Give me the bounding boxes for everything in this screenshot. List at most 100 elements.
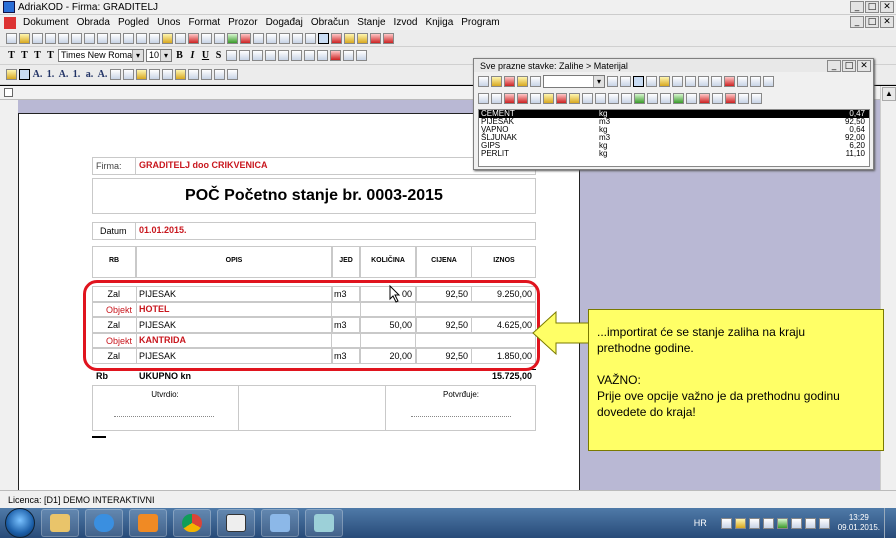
paste-special-icon[interactable] [175,32,186,44]
tool-icon-14[interactable] [647,93,658,104]
show-desktop-button[interactable] [884,508,892,538]
paste-icon[interactable] [162,32,173,44]
tool-icon-19[interactable] [712,93,723,104]
valign-icon[interactable] [304,50,315,61]
menu-unos[interactable]: Unos [153,17,184,28]
popup-search-input[interactable] [543,75,605,88]
list-letter-a[interactable]: A. [32,69,43,80]
undo-icon[interactable] [698,76,709,87]
list-item[interactable]: ŠLJUNAK m3 92,00 [479,134,869,142]
tool-icon-4[interactable] [517,93,528,104]
tray-icon-5[interactable] [776,517,788,529]
start-button[interactable] [5,508,35,538]
menu-obrada[interactable]: Obrada [73,17,114,28]
frame-icon-1[interactable] [110,69,121,80]
tool-icon-20[interactable] [725,93,736,104]
border-icon[interactable] [343,50,354,61]
refresh-icon[interactable] [227,32,238,44]
taskbar-app2[interactable] [261,509,299,537]
taskbar-explorer[interactable] [41,509,79,537]
tool-icon-11[interactable] [608,93,619,104]
italic-button[interactable]: I [187,50,198,61]
report-icon[interactable] [750,76,761,87]
tool-icon-18[interactable] [699,93,710,104]
list-item[interactable]: PIJESAK m3 92,50 [479,118,869,126]
list-icon[interactable] [266,32,277,44]
print-icon[interactable] [45,32,56,44]
frame-icon-3[interactable] [136,69,147,80]
tray-network-icon[interactable] [804,517,816,529]
menu-izvod[interactable]: Izvod [390,17,422,28]
frame-icon-4[interactable] [149,69,160,80]
popup-minimize-button[interactable]: _ [827,60,841,72]
two-page-icon[interactable] [97,32,108,44]
menu-dokument[interactable]: Dokument [19,17,73,28]
window-icon[interactable] [292,32,303,44]
tool-icon-16[interactable] [673,93,684,104]
tray-volume-icon[interactable] [818,517,830,529]
tool-icon-21[interactable] [738,93,749,104]
mdi-restore-button[interactable]: □ [865,16,879,28]
text-style-1[interactable]: T [6,50,17,61]
text-style-4[interactable]: T [45,50,56,61]
sort-icon[interactable] [317,50,328,61]
align-right-icon[interactable] [252,50,263,61]
tool-icon-7[interactable] [556,93,567,104]
tray-flag-icon[interactable] [790,517,802,529]
underline-button[interactable]: U [200,50,211,61]
tool-icon-5[interactable] [530,93,541,104]
sort-icon[interactable] [530,76,541,87]
font-select[interactable]: Times New Roman [58,49,144,62]
delete-icon[interactable] [504,76,515,87]
document-menu-icon[interactable] [4,16,16,29]
list-view-icon[interactable] [633,76,644,87]
grid-icon[interactable] [305,32,316,44]
menu-program[interactable]: Program [457,17,503,28]
cut-icon[interactable] [136,32,147,44]
tool-icon-1[interactable] [478,93,489,104]
menu-pogled[interactable]: Pogled [114,17,153,28]
tool-icon-17[interactable] [686,93,697,104]
undo-icon[interactable] [201,32,212,44]
frame-icon-5[interactable] [162,69,173,80]
bold-button[interactable]: B [174,50,185,61]
record-icon[interactable] [331,32,342,44]
close-button[interactable]: ✕ [880,1,894,13]
calc-icon[interactable] [253,32,264,44]
folder-icon[interactable] [659,76,670,87]
frame-icon-2[interactable] [123,69,134,80]
close-doc-icon[interactable] [383,32,394,44]
brush-icon[interactable] [344,32,355,44]
text-style-3[interactable]: T [32,50,43,61]
text-style-2[interactable]: T [19,50,30,61]
popup-maximize-button[interactable]: □ [842,60,856,72]
detail-view-icon[interactable] [646,76,657,87]
tool-icon-3[interactable] [504,93,515,104]
justify-icon[interactable] [265,50,276,61]
ruler-checkbox[interactable] [4,88,13,97]
tray-icon-3[interactable] [748,517,760,529]
menu-prozor[interactable]: Prozor [224,17,261,28]
taskbar-adriakod[interactable] [217,509,255,537]
find-next-icon[interactable] [620,76,631,87]
minimize-button[interactable]: _ [850,1,864,13]
box-icon-5[interactable] [227,69,238,80]
zoom-icon[interactable] [71,32,82,44]
list-item[interactable]: CEMENT kg 0,47 [479,110,869,118]
language-indicator[interactable]: HR [694,518,707,528]
list-style-icon[interactable] [19,69,30,80]
indent-icon[interactable] [278,50,289,61]
table-icon[interactable] [279,32,290,44]
phone-icon[interactable] [711,76,722,87]
stop-icon[interactable] [724,76,735,87]
mdi-minimize-button[interactable]: _ [850,16,864,28]
preview-icon[interactable] [58,32,69,44]
scroll-up-arrow[interactable]: ▲ [882,87,896,101]
chart-icon[interactable] [672,76,683,87]
align-center-icon[interactable] [239,50,250,61]
page-icon[interactable] [84,32,95,44]
tool-icon-22[interactable] [751,93,762,104]
clock[interactable]: 13:29 09.01.2015. [838,513,880,533]
outdent-icon[interactable] [291,50,302,61]
menu-obracun[interactable]: Obračun [307,17,353,28]
